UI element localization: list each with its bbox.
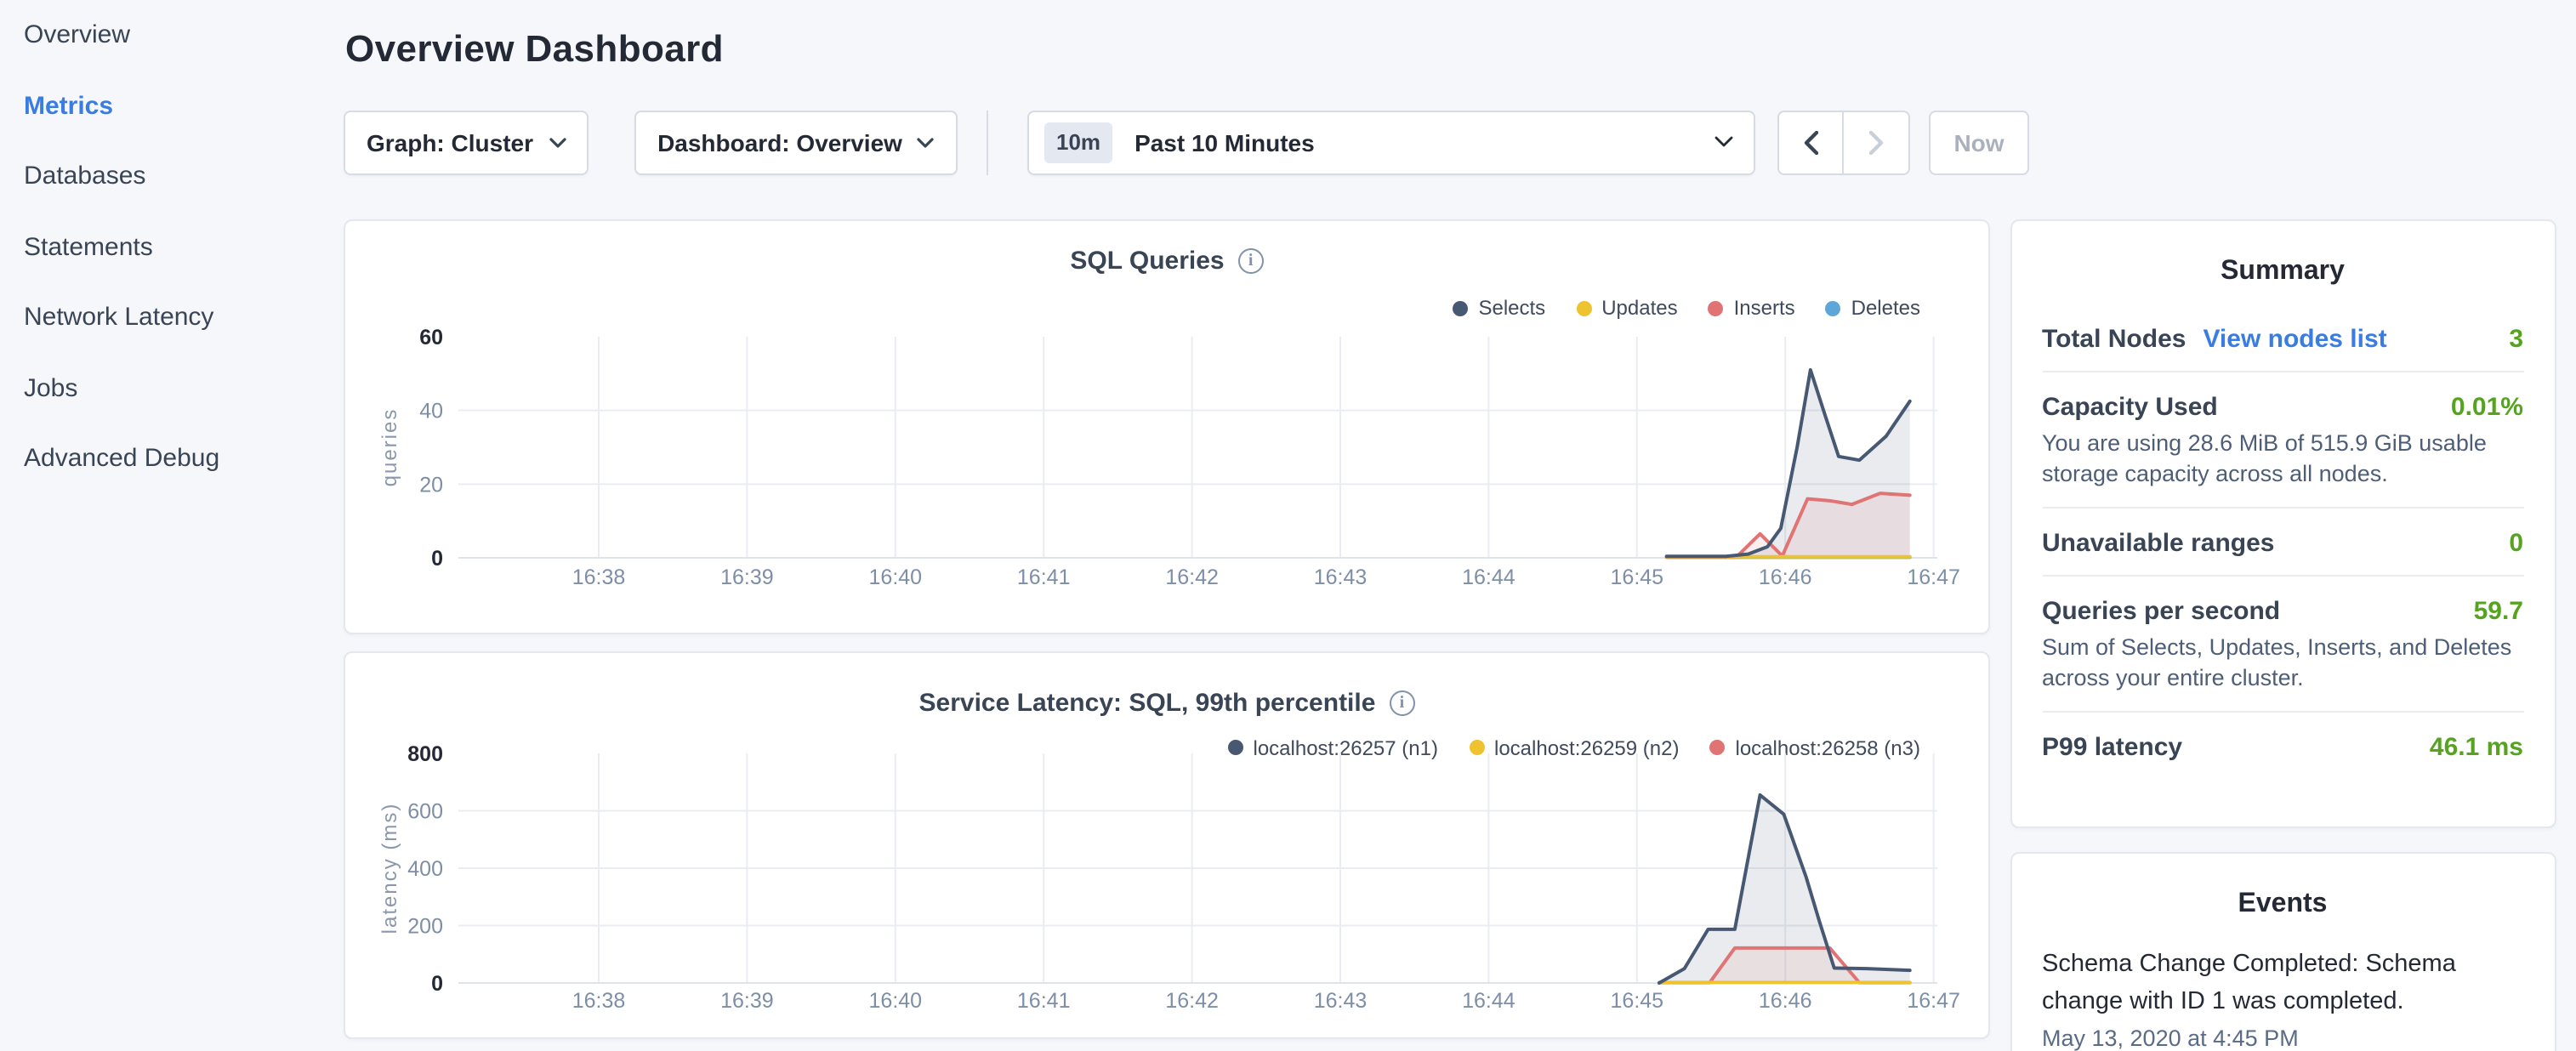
svg-text:0: 0	[431, 547, 443, 571]
sidebar-item-jobs[interactable]: Jobs	[0, 353, 340, 423]
service-latency-chart[interactable]: 16:38 16:39 16:40 16:41 16:42 16:43 16:44 16:45…	[345, 652, 1988, 1037]
time-range-badge: 10m	[1044, 122, 1112, 162]
dashboard-dropdown-label: Dashboard: Overview	[657, 128, 902, 156]
summary-title: Summary	[2042, 257, 2523, 287]
graph-dropdown[interactable]: Graph: Cluster	[344, 110, 589, 174]
summary-row-total-nodes: Total Nodes View nodes list 3	[2042, 304, 2523, 371]
summary-label: Queries per second	[2042, 597, 2280, 626]
svg-text:16:42: 16:42	[1165, 565, 1219, 589]
svg-text:16:46: 16:46	[1759, 988, 1812, 1012]
time-range-selector[interactable]: 10m Past 10 Minutes	[1027, 110, 1755, 174]
svg-text:16:47: 16:47	[1907, 565, 1960, 589]
svg-text:16:44: 16:44	[1462, 565, 1515, 589]
time-range-label: Past 10 Minutes	[1134, 128, 1315, 156]
summary-panel: Summary Total Nodes View nodes list 3 Ca…	[2010, 219, 2556, 827]
sql-queries-chart-card: SQL Queries i SelectsUpdatesInsertsDelet…	[344, 219, 1990, 633]
svg-text:16:42: 16:42	[1165, 988, 1219, 1012]
svg-text:16:41: 16:41	[1017, 565, 1071, 589]
event-timestamp: May 13, 2020 at 4:45 PM	[2042, 1023, 2523, 1051]
svg-text:16:43: 16:43	[1314, 988, 1368, 1012]
svg-text:800: 800	[407, 741, 443, 765]
sql-queries-chart[interactable]: 16:38 16:39 16:40 16:41 16:42 16:43 16:44 16:45…	[345, 221, 1988, 631]
svg-text:16:44: 16:44	[1462, 988, 1515, 1012]
now-button[interactable]: Now	[1929, 110, 2029, 174]
svg-text:queries: queries	[378, 408, 401, 487]
svg-text:latency (ms): latency (ms)	[378, 802, 401, 934]
sidebar-item-metrics[interactable]: Metrics	[0, 71, 340, 141]
page: Overview Metrics Databases Statements Ne…	[0, 0, 2576, 1051]
svg-text:0: 0	[431, 971, 443, 995]
svg-text:400: 400	[407, 856, 443, 880]
svg-text:200: 200	[407, 914, 443, 938]
svg-text:16:40: 16:40	[869, 565, 923, 589]
page-title: Overview Dashboard	[345, 27, 724, 71]
svg-text:16:41: 16:41	[1017, 988, 1071, 1012]
controls-bar: Graph: Cluster Dashboard: Overview 10m P…	[344, 110, 2029, 174]
svg-text:16:38: 16:38	[572, 565, 626, 589]
summary-value: 0.01%	[2451, 393, 2523, 422]
summary-row-capacity-used: Capacity Used 0.01% You are using 28.6 M…	[2042, 372, 2523, 507]
svg-text:16:46: 16:46	[1759, 565, 1812, 589]
summary-label: Unavailable ranges	[2042, 529, 2274, 558]
sidebar: Overview Metrics Databases Statements Ne…	[0, 0, 340, 494]
sidebar-item-overview[interactable]: Overview	[0, 0, 340, 71]
time-back-button[interactable]	[1777, 110, 1844, 174]
chevron-down-icon	[918, 137, 935, 147]
service-latency-chart-card: Service Latency: SQL, 99th percentile i …	[344, 650, 1990, 1039]
summary-description: You are using 28.6 MiB of 515.9 GiB usab…	[2042, 429, 2523, 490]
svg-text:16:39: 16:39	[720, 565, 774, 589]
svg-text:16:47: 16:47	[1907, 988, 1960, 1012]
summary-value: 3	[2509, 325, 2523, 354]
summary-value: 46.1 ms	[2430, 733, 2523, 762]
chevron-right-icon	[1868, 130, 1884, 154]
svg-text:16:39: 16:39	[720, 988, 774, 1012]
time-step-buttons	[1777, 110, 1910, 174]
summary-row-unavailable-ranges: Unavailable ranges 0	[2042, 508, 2523, 575]
summary-label: Total Nodes	[2042, 325, 2186, 354]
chevron-down-icon	[549, 137, 566, 147]
view-nodes-link[interactable]: View nodes list	[2203, 325, 2386, 354]
divider	[987, 110, 988, 174]
summary-value: 59.7	[2474, 597, 2523, 626]
time-forward-button[interactable]	[1844, 110, 1910, 174]
event-item: Schema Change Completed: Schema change w…	[2042, 945, 2523, 1051]
summary-value: 0	[2509, 529, 2523, 558]
svg-text:16:43: 16:43	[1314, 565, 1368, 589]
svg-text:40: 40	[419, 400, 443, 423]
dashboard-dropdown[interactable]: Dashboard: Overview	[634, 110, 958, 174]
chevron-down-icon	[1714, 136, 1733, 148]
svg-text:16:45: 16:45	[1611, 565, 1664, 589]
sidebar-item-statements[interactable]: Statements	[0, 212, 340, 282]
svg-text:16:38: 16:38	[572, 988, 626, 1012]
sidebar-item-network-latency[interactable]: Network Latency	[0, 282, 340, 353]
svg-text:16:45: 16:45	[1611, 988, 1664, 1012]
summary-label: Capacity Used	[2042, 393, 2218, 422]
sidebar-item-databases[interactable]: Databases	[0, 141, 340, 212]
events-title: Events	[2042, 889, 2523, 919]
summary-label: P99 latency	[2042, 733, 2182, 762]
svg-text:600: 600	[407, 799, 443, 823]
event-message: Schema Change Completed: Schema change w…	[2042, 945, 2523, 1020]
summary-row-queries-per-second: Queries per second 59.7 Sum of Selects, …	[2042, 577, 2523, 711]
summary-row-p99-latency: P99 latency 46.1 ms	[2042, 713, 2523, 779]
chevron-left-icon	[1803, 130, 1818, 154]
svg-text:16:40: 16:40	[869, 988, 923, 1012]
events-panel: Events Schema Change Completed: Schema c…	[2010, 851, 2556, 1051]
summary-description: Sum of Selects, Updates, Inserts, and De…	[2042, 633, 2523, 694]
sidebar-item-advanced-debug[interactable]: Advanced Debug	[0, 423, 340, 494]
svg-text:60: 60	[419, 326, 443, 349]
svg-text:20: 20	[419, 473, 443, 497]
graph-dropdown-label: Graph: Cluster	[367, 128, 533, 156]
